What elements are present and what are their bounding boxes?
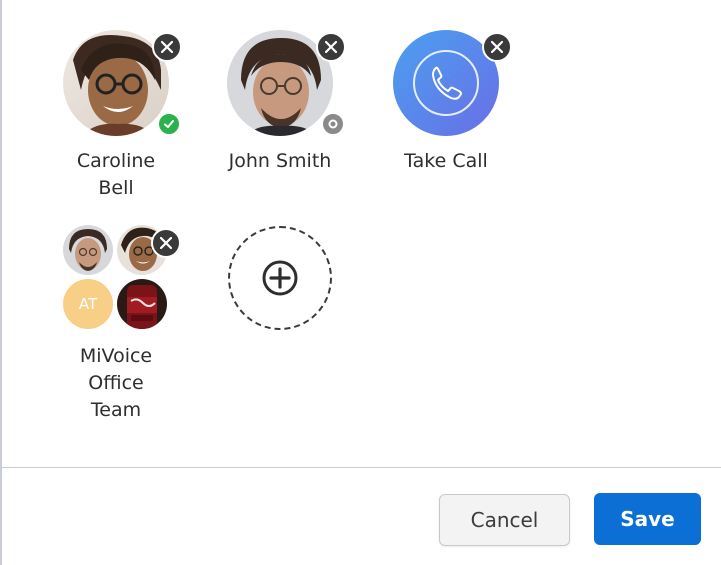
check-icon: [164, 120, 174, 128]
close-icon: [160, 237, 172, 249]
member-initials: AT: [78, 295, 98, 313]
group-member-initials-avatar: AT: [63, 279, 113, 329]
remove-caroline-button[interactable]: [152, 32, 182, 62]
contact-tile-john-smith[interactable]: John Smith: [200, 30, 360, 190]
remove-take-call-button[interactable]: [482, 32, 512, 62]
status-offline-badge: [321, 112, 345, 136]
take-call-avatar: [393, 30, 512, 136]
member-photo-1: [63, 225, 113, 275]
avatar-john-smith: [227, 30, 346, 136]
group-avatar-grid: AT: [63, 225, 181, 331]
contact-name-john-smith: John Smith: [228, 150, 332, 172]
close-icon: [325, 41, 337, 53]
group-name-mivoice-office-team: MiVoice Office Team: [36, 343, 196, 424]
group-name-line2: Office: [88, 372, 144, 394]
remove-john-button[interactable]: [316, 32, 346, 62]
add-contact-button[interactable]: [228, 226, 332, 330]
take-call-label: Take Call: [404, 150, 488, 172]
group-member-avatar-1: [63, 225, 113, 275]
save-button[interactable]: Save: [594, 493, 701, 545]
plus-circle-icon: [262, 260, 298, 296]
group-tile-mivoice-office-team[interactable]: AT MiVoice Office Team: [36, 225, 196, 425]
contact-tile-caroline-bell[interactable]: Caroline Bell: [36, 30, 196, 210]
contact-name-caroline-bell: Caroline Bell: [36, 148, 196, 202]
avatar-caroline-bell: [63, 30, 182, 136]
contact-name-line2: Bell: [98, 177, 134, 199]
remove-group-button[interactable]: [151, 228, 181, 258]
take-call-tile[interactable]: Take Call: [366, 30, 526, 190]
panel-left-border: [0, 0, 2, 565]
close-icon: [491, 41, 503, 53]
cancel-button[interactable]: Cancel: [439, 494, 570, 546]
contact-name-line1: Caroline: [76, 150, 156, 172]
member-photo-4: [117, 279, 167, 329]
offline-ring-icon: [328, 119, 338, 129]
group-name-line1: MiVoice: [79, 345, 153, 367]
status-available-badge: [157, 112, 181, 136]
group-member-avatar-4: [117, 279, 167, 329]
footer-divider: [0, 467, 721, 468]
close-icon: [161, 41, 173, 53]
group-name-line3: Team: [90, 399, 142, 421]
